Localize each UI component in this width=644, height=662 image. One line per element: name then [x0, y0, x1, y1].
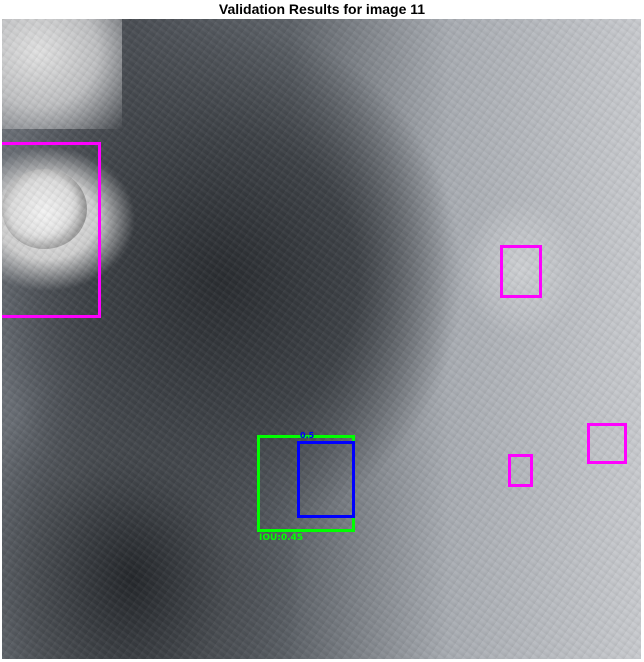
terrain-image: IOU:0.45 0.5 — [2, 19, 641, 659]
terrain-texture — [2, 19, 641, 659]
iou-label: IOU:0.45 — [259, 533, 304, 543]
prediction-score-label: 0.5 — [300, 431, 315, 440]
figure-title: Validation Results for image 11 — [218, 1, 426, 17]
